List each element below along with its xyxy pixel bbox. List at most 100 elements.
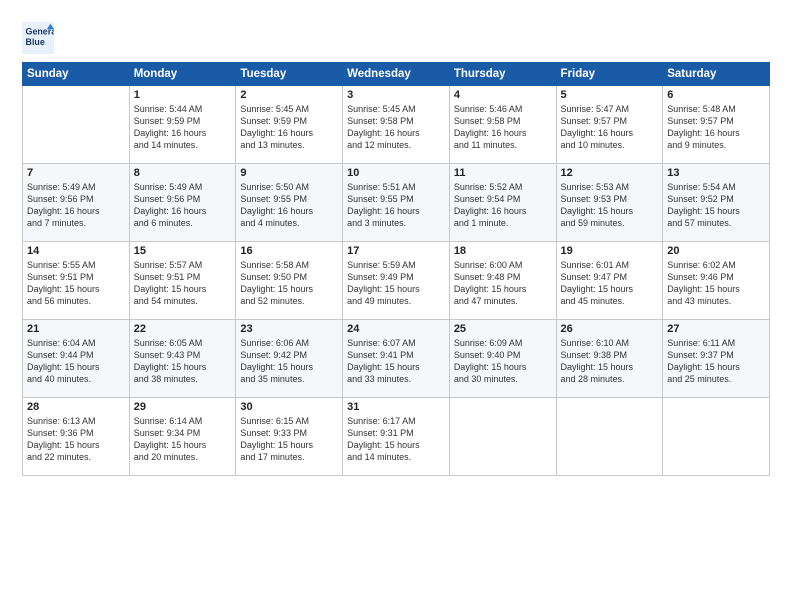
- calendar-cell: 22 Sunrise: 6:05 AM Sunset: 9:43 PM Dayli…: [129, 320, 236, 398]
- day-number: 11: [454, 167, 552, 179]
- calendar-week-row: 1Sunrise: 5:44 AM Sunset: 9:59 PM Daylig…: [23, 86, 770, 164]
- day-info: Sunrise: 5:54 AM Sunset: 9:52 PM Dayligh…: [667, 181, 765, 230]
- day-info: Sunrise: 6:04 AM Sunset: 9:44 PM Dayligh…: [27, 337, 125, 386]
- day-number: 17: [347, 245, 445, 257]
- day-number: 22: [134, 323, 232, 335]
- calendar-cell: [556, 398, 663, 476]
- day-number: 27: [667, 323, 765, 335]
- day-info: Sunrise: 5:59 AM Sunset: 9:49 PM Dayligh…: [347, 259, 445, 308]
- day-info: Sunrise: 5:52 AM Sunset: 9:54 PM Dayligh…: [454, 181, 552, 230]
- calendar-cell: 10 Sunrise: 5:51 AM Sunset: 9:55 PM Dayli…: [343, 164, 450, 242]
- day-number: 23: [240, 323, 338, 335]
- calendar-cell: 6Sunrise: 5:48 AM Sunset: 9:57 PM Daylig…: [663, 86, 770, 164]
- calendar-cell: 8Sunrise: 5:49 AM Sunset: 9:56 PM Daylig…: [129, 164, 236, 242]
- calendar-cell: 11 Sunrise: 5:52 AM Sunset: 9:54 PM Dayli…: [449, 164, 556, 242]
- day-info: Sunrise: 6:15 AM Sunset: 9:33 PM Dayligh…: [240, 415, 338, 464]
- calendar-cell: 28 Sunrise: 6:13 AM Sunset: 9:36 PM Dayli…: [23, 398, 130, 476]
- day-info: Sunrise: 6:10 AM Sunset: 9:38 PM Dayligh…: [561, 337, 659, 386]
- calendar-week-row: 21 Sunrise: 6:04 AM Sunset: 9:44 PM Dayli…: [23, 320, 770, 398]
- logo-icon: General Blue: [22, 22, 54, 54]
- day-info: Sunrise: 5:47 AM Sunset: 9:57 PM Dayligh…: [561, 103, 659, 152]
- calendar-cell: 5 Sunrise: 5:47 AM Sunset: 9:57 PM Daylig…: [556, 86, 663, 164]
- day-number: 1: [134, 89, 232, 101]
- calendar-cell: 1Sunrise: 5:44 AM Sunset: 9:59 PM Daylig…: [129, 86, 236, 164]
- day-info: Sunrise: 6:06 AM Sunset: 9:42 PM Dayligh…: [240, 337, 338, 386]
- day-number: 28: [27, 401, 125, 413]
- day-number: 21: [27, 323, 125, 335]
- calendar-cell: 20Sunrise: 6:02 AM Sunset: 9:46 PM Dayli…: [663, 242, 770, 320]
- day-number: 7: [27, 167, 125, 179]
- weekday-header: Monday: [129, 63, 236, 86]
- calendar-cell: 27 Sunrise: 6:11 AM Sunset: 9:37 PM Dayli…: [663, 320, 770, 398]
- calendar-cell: 17 Sunrise: 5:59 AM Sunset: 9:49 PM Dayli…: [343, 242, 450, 320]
- day-number: 26: [561, 323, 659, 335]
- day-number: 12: [561, 167, 659, 179]
- weekday-header: Saturday: [663, 63, 770, 86]
- day-number: 4: [454, 89, 552, 101]
- day-info: Sunrise: 6:17 AM Sunset: 9:31 PM Dayligh…: [347, 415, 445, 464]
- day-number: 3: [347, 89, 445, 101]
- day-info: Sunrise: 5:50 AM Sunset: 9:55 PM Dayligh…: [240, 181, 338, 230]
- calendar-cell: 14Sunrise: 5:55 AM Sunset: 9:51 PM Dayli…: [23, 242, 130, 320]
- day-number: 29: [134, 401, 232, 413]
- day-number: 13: [667, 167, 765, 179]
- header-row: SundayMondayTuesdayWednesdayThursdayFrid…: [23, 63, 770, 86]
- calendar-cell: 12 Sunrise: 5:53 AM Sunset: 9:53 PM Dayli…: [556, 164, 663, 242]
- calendar-cell: 31 Sunrise: 6:17 AM Sunset: 9:31 PM Dayli…: [343, 398, 450, 476]
- calendar-cell: 24Sunrise: 6:07 AM Sunset: 9:41 PM Dayli…: [343, 320, 450, 398]
- day-number: 31: [347, 401, 445, 413]
- day-number: 18: [454, 245, 552, 257]
- day-info: Sunrise: 5:58 AM Sunset: 9:50 PM Dayligh…: [240, 259, 338, 308]
- day-info: Sunrise: 6:01 AM Sunset: 9:47 PM Dayligh…: [561, 259, 659, 308]
- day-number: 10: [347, 167, 445, 179]
- weekday-header: Thursday: [449, 63, 556, 86]
- calendar-cell: 13 Sunrise: 5:54 AM Sunset: 9:52 PM Dayli…: [663, 164, 770, 242]
- weekday-header: Tuesday: [236, 63, 343, 86]
- day-number: 16: [240, 245, 338, 257]
- calendar-week-row: 7 Sunrise: 5:49 AM Sunset: 9:56 PM Daylig…: [23, 164, 770, 242]
- calendar-cell: 23 Sunrise: 6:06 AM Sunset: 9:42 PM Dayli…: [236, 320, 343, 398]
- day-info: Sunrise: 5:46 AM Sunset: 9:58 PM Dayligh…: [454, 103, 552, 152]
- day-info: Sunrise: 5:55 AM Sunset: 9:51 PM Dayligh…: [27, 259, 125, 308]
- weekday-header: Wednesday: [343, 63, 450, 86]
- calendar-cell: [663, 398, 770, 476]
- weekday-header: Sunday: [23, 63, 130, 86]
- day-info: Sunrise: 6:05 AM Sunset: 9:43 PM Dayligh…: [134, 337, 232, 386]
- calendar-cell: 2 Sunrise: 5:45 AM Sunset: 9:59 PM Daylig…: [236, 86, 343, 164]
- day-info: Sunrise: 6:13 AM Sunset: 9:36 PM Dayligh…: [27, 415, 125, 464]
- day-number: 30: [240, 401, 338, 413]
- day-info: Sunrise: 6:07 AM Sunset: 9:41 PM Dayligh…: [347, 337, 445, 386]
- calendar-table: SundayMondayTuesdayWednesdayThursdayFrid…: [22, 62, 770, 476]
- logo: General Blue: [22, 22, 56, 54]
- day-info: Sunrise: 5:53 AM Sunset: 9:53 PM Dayligh…: [561, 181, 659, 230]
- day-info: Sunrise: 5:51 AM Sunset: 9:55 PM Dayligh…: [347, 181, 445, 230]
- header: General Blue: [22, 18, 770, 54]
- day-info: Sunrise: 5:57 AM Sunset: 9:51 PM Dayligh…: [134, 259, 232, 308]
- day-info: Sunrise: 6:00 AM Sunset: 9:48 PM Dayligh…: [454, 259, 552, 308]
- day-info: Sunrise: 5:45 AM Sunset: 9:58 PM Dayligh…: [347, 103, 445, 152]
- svg-text:Blue: Blue: [26, 37, 45, 47]
- calendar-cell: 19Sunrise: 6:01 AM Sunset: 9:47 PM Dayli…: [556, 242, 663, 320]
- day-number: 5: [561, 89, 659, 101]
- calendar-cell: 29 Sunrise: 6:14 AM Sunset: 9:34 PM Dayli…: [129, 398, 236, 476]
- day-number: 9: [240, 167, 338, 179]
- day-info: Sunrise: 6:14 AM Sunset: 9:34 PM Dayligh…: [134, 415, 232, 464]
- calendar-cell: [449, 398, 556, 476]
- calendar-cell: 21 Sunrise: 6:04 AM Sunset: 9:44 PM Dayli…: [23, 320, 130, 398]
- day-info: Sunrise: 5:45 AM Sunset: 9:59 PM Dayligh…: [240, 103, 338, 152]
- day-number: 2: [240, 89, 338, 101]
- day-info: Sunrise: 5:49 AM Sunset: 9:56 PM Dayligh…: [27, 181, 125, 230]
- calendar-cell: 4 Sunrise: 5:46 AM Sunset: 9:58 PM Daylig…: [449, 86, 556, 164]
- page: General Blue SundayMondayTuesdayWednesda…: [0, 0, 792, 612]
- calendar-cell: 7 Sunrise: 5:49 AM Sunset: 9:56 PM Daylig…: [23, 164, 130, 242]
- day-number: 15: [134, 245, 232, 257]
- day-info: Sunrise: 6:02 AM Sunset: 9:46 PM Dayligh…: [667, 259, 765, 308]
- weekday-header: Friday: [556, 63, 663, 86]
- day-info: Sunrise: 5:48 AM Sunset: 9:57 PM Dayligh…: [667, 103, 765, 152]
- calendar-cell: 3 Sunrise: 5:45 AM Sunset: 9:58 PM Daylig…: [343, 86, 450, 164]
- calendar-cell: 15 Sunrise: 5:57 AM Sunset: 9:51 PM Dayli…: [129, 242, 236, 320]
- calendar-cell: 9 Sunrise: 5:50 AM Sunset: 9:55 PM Daylig…: [236, 164, 343, 242]
- calendar-cell: 16 Sunrise: 5:58 AM Sunset: 9:50 PM Dayli…: [236, 242, 343, 320]
- calendar-cell: 25Sunrise: 6:09 AM Sunset: 9:40 PM Dayli…: [449, 320, 556, 398]
- day-info: Sunrise: 6:11 AM Sunset: 9:37 PM Dayligh…: [667, 337, 765, 386]
